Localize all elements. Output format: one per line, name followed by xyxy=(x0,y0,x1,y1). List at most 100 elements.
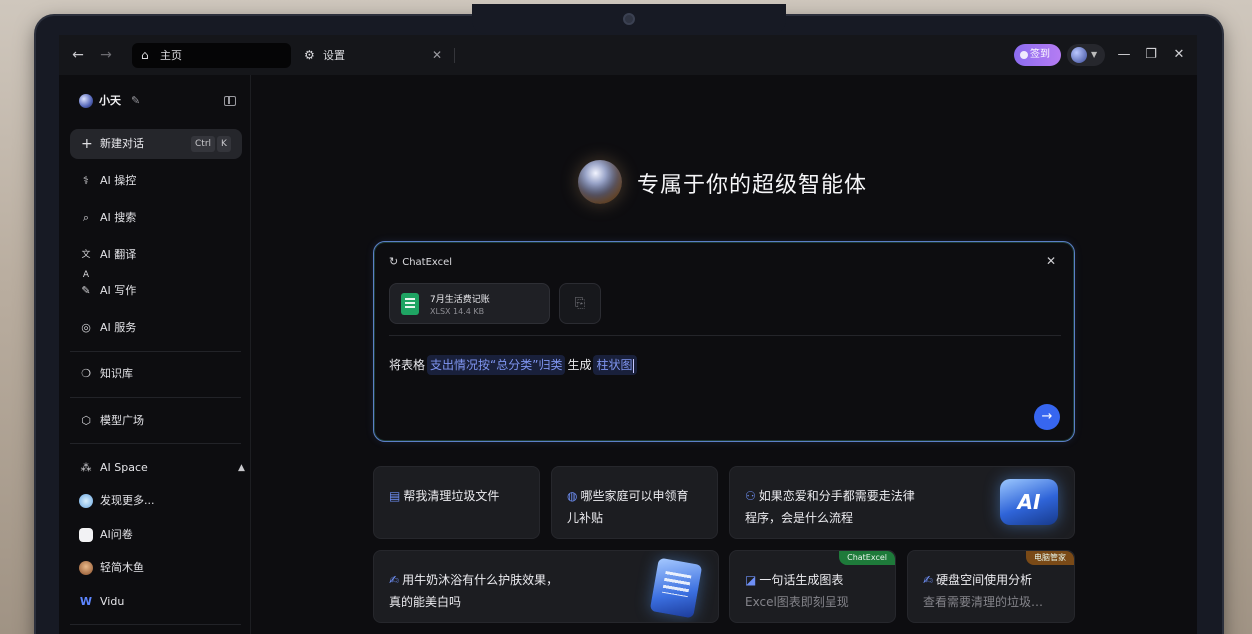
pen-icon: ✍ xyxy=(389,573,400,587)
attached-file[interactable]: 7月生活费记账 XLSX 14.4 KB xyxy=(389,283,550,324)
suggestion-card[interactable]: ChatExcel ◪ 一句话生成图表 Excel图表即刻呈现 xyxy=(729,550,896,623)
survey-icon xyxy=(79,528,93,542)
suggestion-line: 一句话生成图表 xyxy=(759,573,844,587)
tab-home-label: 主页 xyxy=(160,49,182,62)
pc-manager-ribbon: 电脑管家 xyxy=(1026,551,1074,565)
forward-arrow-icon[interactable]: → xyxy=(96,45,116,65)
tab-settings[interactable]: ⚙ 设置 xyxy=(295,43,425,68)
user-avatar xyxy=(79,94,93,108)
add-file-icon[interactable]: ⎘ xyxy=(559,283,601,324)
sidebar-item-label: 发现更多... xyxy=(100,494,155,507)
sidebar-collapse-icon[interactable] xyxy=(224,96,236,106)
service-icon: ◎ xyxy=(81,321,91,334)
prompt-slot[interactable]: 支出情况按“总分类”归类 xyxy=(427,355,566,375)
gear-icon: ⚙ xyxy=(304,48,315,62)
prompt-slot[interactable]: 柱状图 xyxy=(593,355,638,375)
tab-close-icon[interactable]: ✕ xyxy=(432,43,446,68)
suggestion-line: 如果恋爱和分手都需要走法律 xyxy=(758,489,915,503)
suggestion-text: ✍ 硬盘空间使用分析 xyxy=(923,569,1032,591)
sidebar-item-label: AI 操控 xyxy=(100,174,137,187)
suggestion-card[interactable]: ⚇ 如果恋爱和分手都需要走法律 程序，会是什么流程 AI xyxy=(729,466,1075,539)
avatar xyxy=(1071,47,1087,63)
suggestion-line: 硬盘空间使用分析 xyxy=(936,573,1033,587)
search-icon: ⌕ xyxy=(82,211,90,224)
home-icon: ⌂ xyxy=(141,48,149,62)
minimize-icon[interactable]: — xyxy=(1114,45,1134,65)
prompt-input[interactable]: 将表格 支出情况按“总分类”归类 生成 柱状图 xyxy=(389,355,639,375)
suggestion-line: 真的能美白吗 xyxy=(389,595,462,609)
sidebar-item-label: AI Space xyxy=(100,461,148,474)
tab-separator xyxy=(454,48,455,63)
tab-home[interactable]: ⌂ 主页 xyxy=(132,43,291,68)
signin-button[interactable]: 签到 xyxy=(1014,44,1061,66)
sidebar-item-label: AI 写作 xyxy=(100,284,137,297)
sidebar-item-label: AI 搜索 xyxy=(100,211,137,224)
help-icon: ◍ xyxy=(567,489,578,503)
discover-icon xyxy=(79,494,93,508)
sidebar-item-vidu[interactable]: W Vidu xyxy=(79,592,239,612)
cube-icon: ⬡ xyxy=(81,414,91,427)
suggestion-text: ◍ 哪些家庭可以申领育儿补贴 xyxy=(567,485,689,529)
apps-grid-icon: ⁂ xyxy=(80,461,92,474)
suggestion-subtitle: Excel图表即刻呈现 xyxy=(745,595,849,609)
knowledge-icon: ❍ xyxy=(81,367,91,380)
composer-tag: ↻ ChatExcel xyxy=(389,255,452,270)
person-icon: ⚇ xyxy=(745,489,756,503)
suggestion-card[interactable]: ◍ 哪些家庭可以申领育儿补贴 xyxy=(551,466,718,539)
new-chat-button[interactable]: + 新建对话 Ctrl K xyxy=(70,129,242,159)
close-icon[interactable]: ✕ xyxy=(1046,253,1056,269)
agent-orb-icon xyxy=(578,160,622,204)
shortcut-k: K xyxy=(217,136,231,152)
restore-icon[interactable]: ❐ xyxy=(1141,45,1161,65)
sidebar-item-label: AI 服务 xyxy=(100,321,137,334)
sidebar-divider xyxy=(70,624,241,625)
sidebar-item-ai-control[interactable]: ⚕ AI 操控 xyxy=(79,171,239,191)
translate-icon: 文A xyxy=(81,250,91,280)
sidebar-item-ai-service[interactable]: ◎ AI 服务 xyxy=(79,318,239,338)
suggestion-card[interactable]: ✍ 用牛奶沐浴有什么护肤效果， 真的能美白吗 xyxy=(373,550,719,623)
sidebar-item-ai-writing[interactable]: ✎ AI 写作 xyxy=(79,281,239,301)
chatexcel-icon: ↻ xyxy=(389,255,399,268)
sidebar-item-ai-space[interactable]: ⁂ AI Space ▲ xyxy=(79,458,245,478)
file-name: 7月生活费记账 xyxy=(430,295,490,305)
stethoscope-icon: ⚕ xyxy=(83,174,89,187)
sidebar-item-ai-translate[interactable]: 文A AI 翻译 xyxy=(79,245,239,280)
suggestion-line: 哪些家庭可以申领育 xyxy=(580,489,689,503)
sidebar-item-label: AI 翻译 xyxy=(100,248,137,261)
user-name: 小天 xyxy=(99,94,121,107)
chat-composer[interactable]: ↻ ChatExcel ✕ 7月生活费记账 XLSX 14.4 KB ⎘ 将表格支… xyxy=(373,241,1075,442)
chatexcel-ribbon: ChatExcel xyxy=(839,551,895,565)
sidebar: 小天 ✎ + 新建对话 Ctrl K ⚕ AI 操控 ⌕ AI 搜索 文A AI… xyxy=(59,75,251,634)
sidebar-item-models[interactable]: ⬡ 模型广场 xyxy=(79,411,239,431)
plus-icon: + xyxy=(81,136,93,152)
new-chat-label: 新建对话 xyxy=(100,137,144,150)
suggestion-line: 儿补贴 xyxy=(567,511,604,525)
sidebar-item-ai-survey[interactable]: AI问卷 xyxy=(79,525,239,545)
sidebar-item-label: 轻简木鱼 xyxy=(100,561,144,574)
send-button[interactable]: → xyxy=(1034,404,1060,430)
suggestion-text: ◪ 一句话生成图表 xyxy=(745,569,843,591)
suggestion-card[interactable]: 电脑管家 ✍ 硬盘空间使用分析 查看需要清理的垃圾… xyxy=(907,550,1075,623)
title-bar: ← → ⌂ 主页 ⚙ 设置 ✕ 签到 ▼ — ❐ ✕ xyxy=(59,35,1197,75)
sidebar-divider xyxy=(70,351,241,352)
sidebar-item-label: Vidu xyxy=(100,595,125,608)
composer-divider xyxy=(389,335,1061,336)
sidebar-item-knowledge[interactable]: ❍ 知识库 xyxy=(79,364,239,384)
page-title: 专属于你的超级智能体 xyxy=(637,173,868,198)
tab-settings-label: 设置 xyxy=(323,49,345,62)
suggestion-card[interactable]: ▤ 帮我清理垃圾文件 xyxy=(373,466,540,539)
main-content: 专属于你的超级智能体 ↻ ChatExcel ✕ 7月生活费记账 XLSX 14.… xyxy=(252,75,1197,634)
sidebar-item-discover[interactable]: 发现更多... xyxy=(79,491,239,511)
back-arrow-icon[interactable]: ← xyxy=(68,45,88,65)
sidebar-item-label: AI问卷 xyxy=(100,528,133,541)
account-menu-button[interactable]: ▼ xyxy=(1067,44,1105,66)
close-window-icon[interactable]: ✕ xyxy=(1169,45,1189,65)
chevron-up-icon[interactable]: ▲ xyxy=(238,458,245,478)
sidebar-item-muyu[interactable]: 轻简木鱼 xyxy=(79,558,239,578)
edit-icon[interactable]: ✎ xyxy=(131,94,140,108)
ai-chip-icon: AI xyxy=(1000,479,1058,525)
sidebar-item-ai-search[interactable]: ⌕ AI 搜索 xyxy=(79,208,239,228)
suggestion-text: ⚇ 如果恋爱和分手都需要走法律 程序，会是什么流程 xyxy=(745,485,915,529)
sidebar-item-label: 知识库 xyxy=(100,367,133,380)
sidebar-item-label: 模型广场 xyxy=(100,414,144,427)
